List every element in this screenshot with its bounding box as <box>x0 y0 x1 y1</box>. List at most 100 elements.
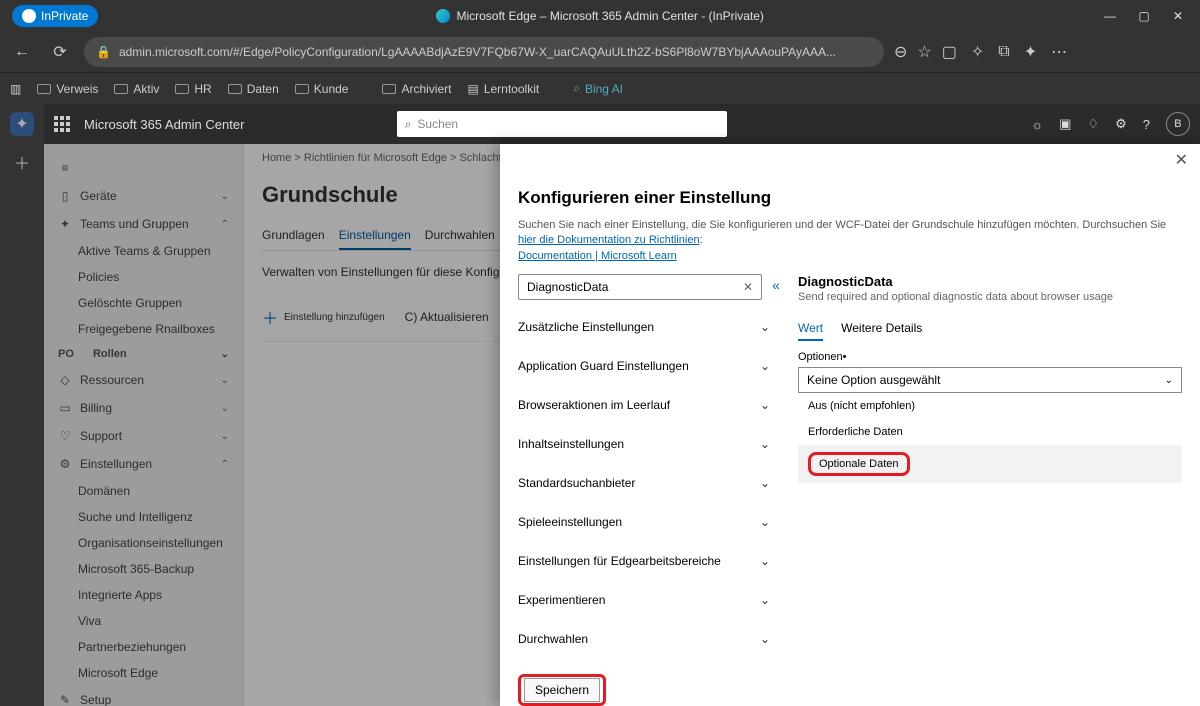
chevron-down-icon: ⌄ <box>760 593 770 607</box>
add-setting-button[interactable]: ＋Einstellung hinzufügen <box>262 305 385 329</box>
panel-description: Suchen Sie nach einer Einstellung, die S… <box>518 218 1182 264</box>
nav-resources[interactable]: ◇Ressourcen⌄ <box>44 366 243 394</box>
category-item[interactable]: Zusätzliche Einstellungen⌄ <box>518 308 776 347</box>
admin-search-input[interactable]: ⌕ Suchen <box>397 111 727 137</box>
app-launcher-icon[interactable] <box>54 116 70 132</box>
save-button[interactable]: Speichern <box>524 678 600 702</box>
options-select[interactable]: Keine Option ausgewählt ⌄ <box>798 367 1182 393</box>
value-tab[interactable]: Wert <box>798 317 823 341</box>
nav-settings[interactable]: ⚙Einstellungen⌃ <box>44 450 243 478</box>
refresh-link[interactable]: C) Aktualisieren <box>405 310 489 324</box>
admin-center-title: Microsoft 365 Admin Center <box>84 117 244 132</box>
add-tool-icon[interactable]: ＋ <box>10 150 34 174</box>
minimize-button[interactable]: — <box>1102 9 1118 23</box>
nav-integrated-apps[interactable]: Integrierte Apps <box>44 582 243 608</box>
collections-icon[interactable]: ⧉ <box>998 43 1009 61</box>
category-item[interactable]: Inhaltseinstellungen⌄ <box>518 425 776 464</box>
favorite-icon[interactable]: ☆ <box>917 42 931 62</box>
bell-icon[interactable]: ♢ <box>1087 116 1099 132</box>
extensions-icon[interactable]: ✦ <box>1024 42 1037 62</box>
nav-partner[interactable]: Partnerbeziehungen <box>44 634 243 660</box>
nav-teams-groups[interactable]: ✦Teams und Gruppen⌃ <box>44 210 243 238</box>
avatar[interactable]: B <box>1166 112 1190 136</box>
category-item[interactable]: Einstellungen für Edgearbeitsbereiche⌄ <box>518 542 776 581</box>
help-icon[interactable]: ? <box>1143 117 1150 132</box>
maximize-button[interactable]: ▢ <box>1136 9 1152 23</box>
dropdown-option[interactable]: Aus (nicht empfohlen) <box>798 393 1182 419</box>
select-placeholder: Keine Option ausgewählt <box>807 373 940 387</box>
chevron-down-icon: ⌄ <box>760 437 770 451</box>
sun-icon[interactable]: ☼ <box>1031 117 1043 132</box>
bing-ai-link[interactable]: ⌕ Bing AI <box>573 81 623 96</box>
panel-close-button[interactable]: ✕ <box>1175 150 1188 170</box>
favorites-bar-icon[interactable]: ✧ <box>971 42 984 62</box>
nav-shared-mailboxes[interactable]: Freigegebene Rnailboxes <box>44 316 243 342</box>
menu-icon[interactable]: ⋯ <box>1051 42 1067 62</box>
refresh-button[interactable]: ⟳ <box>46 38 74 66</box>
nav-policies[interactable]: Policies <box>44 264 243 290</box>
tab-actions-icon[interactable]: ▥ <box>10 82 21 96</box>
more-details-tab[interactable]: Weitere Details <box>841 317 922 341</box>
category-item[interactable]: Durchwahlen⌄ <box>518 620 776 659</box>
chevron-down-icon: ⌄ <box>760 632 770 646</box>
category-item[interactable]: Experimentieren⌄ <box>518 581 776 620</box>
panel-title: Konfigurieren einer Einstellung <box>518 188 1182 208</box>
nav-active-teams[interactable]: Aktive Teams & Gruppen <box>44 238 243 264</box>
category-item[interactable]: Spieleeinstellungen⌄ <box>518 503 776 542</box>
inprivate-label: InPrivate <box>41 9 88 23</box>
configure-setting-panel: ✕ Konfigurieren einer Einstellung Suchen… <box>500 144 1200 706</box>
doc-link-inline[interactable]: hier die Dokumentation zu Richtlinien <box>518 234 700 246</box>
zoom-icon[interactable]: ⊖ <box>894 42 907 62</box>
chevron-down-icon: ⌄ <box>760 554 770 568</box>
url-text: admin.microsoft.com/#/Edge/PolicyConfigu… <box>119 45 836 59</box>
search-value: DiagnosticData <box>527 280 608 294</box>
tab-extensions[interactable]: Durchwahlen <box>425 222 495 250</box>
nav-billing[interactable]: ▭Billing⌄ <box>44 394 243 422</box>
chevron-down-icon: ⌄ <box>760 515 770 529</box>
bookmark-item[interactable]: Kunde <box>295 82 349 96</box>
bookmark-item[interactable]: Daten <box>228 82 279 96</box>
nav-roles[interactable]: PO Rollen⌄ <box>44 342 243 366</box>
inprivate-icon <box>22 9 36 23</box>
url-box[interactable]: 🔒 admin.microsoft.com/#/Edge/PolicyConfi… <box>84 37 884 67</box>
close-button[interactable]: ✕ <box>1170 9 1186 23</box>
setting-search-input[interactable]: DiagnosticData ✕ <box>518 274 762 300</box>
nav-domains[interactable]: Domänen <box>44 478 243 504</box>
nav-support[interactable]: ♡Support⌄ <box>44 422 243 450</box>
chevron-down-icon: ⌄ <box>760 476 770 490</box>
nav-m365-backup[interactable]: Microsoft 365-Backup <box>44 556 243 582</box>
nav-viva[interactable]: Viva <box>44 608 243 634</box>
read-icon[interactable]: ▢ <box>942 42 957 62</box>
category-item[interactable]: Browseraktionen im Leerlauf⌄ <box>518 386 776 425</box>
doc-link[interactable]: Documentation | Microsoft Learn <box>518 250 677 262</box>
dropdown-option[interactable]: Erforderliche Daten <box>798 419 1182 445</box>
inprivate-badge: InPrivate <box>12 5 98 27</box>
gear-icon[interactable]: ⚙ <box>1115 116 1127 132</box>
back-button[interactable]: ← <box>8 38 36 66</box>
copilot-icon[interactable]: ✦ <box>10 112 34 136</box>
options-label: Optionen• <box>798 351 1182 363</box>
bookmark-item[interactable]: Aktiv <box>114 82 159 96</box>
dropdown-option[interactable]: Optionale Daten <box>798 445 1182 483</box>
bookmark-item[interactable]: ▤ Lerntoolkit <box>467 82 539 96</box>
nav-org-settings[interactable]: Organisationseinstellungen <box>44 530 243 556</box>
bookmark-item[interactable]: HR <box>175 82 211 96</box>
category-item[interactable]: Application Guard Einstellungen⌄ <box>518 347 776 386</box>
nav-setup[interactable]: ✎Setup <box>44 686 243 706</box>
nav-deleted-groups[interactable]: Gelöschte Gruppen <box>44 290 243 316</box>
nav-ms-edge[interactable]: Microsoft Edge <box>44 660 243 686</box>
nav-search-intelligence[interactable]: Suche und Intelligenz <box>44 504 243 530</box>
category-item[interactable]: Standardsuchanbieter⌄ <box>518 464 776 503</box>
nav-devices[interactable]: ▯Geräte⌄ <box>44 182 243 210</box>
bookmark-item[interactable]: Verweis <box>37 82 98 96</box>
collapse-arrow-icon[interactable]: « <box>768 277 784 293</box>
megaphone-icon[interactable]: ▣ <box>1059 116 1071 132</box>
tab-basics[interactable]: Grundlagen <box>262 222 325 250</box>
search-icon: ⌕ <box>405 117 412 132</box>
nav-toggle[interactable]: ≡ <box>44 154 243 182</box>
clear-search-icon[interactable]: ✕ <box>743 280 753 294</box>
bookmark-item[interactable]: Archiviert <box>382 82 451 96</box>
bookmarks-bar: ▥ Verweis Aktiv HR Daten Kunde Archivier… <box>0 72 1200 104</box>
chevron-down-icon: ⌄ <box>760 320 770 334</box>
tab-settings[interactable]: Einstellungen <box>339 222 411 250</box>
